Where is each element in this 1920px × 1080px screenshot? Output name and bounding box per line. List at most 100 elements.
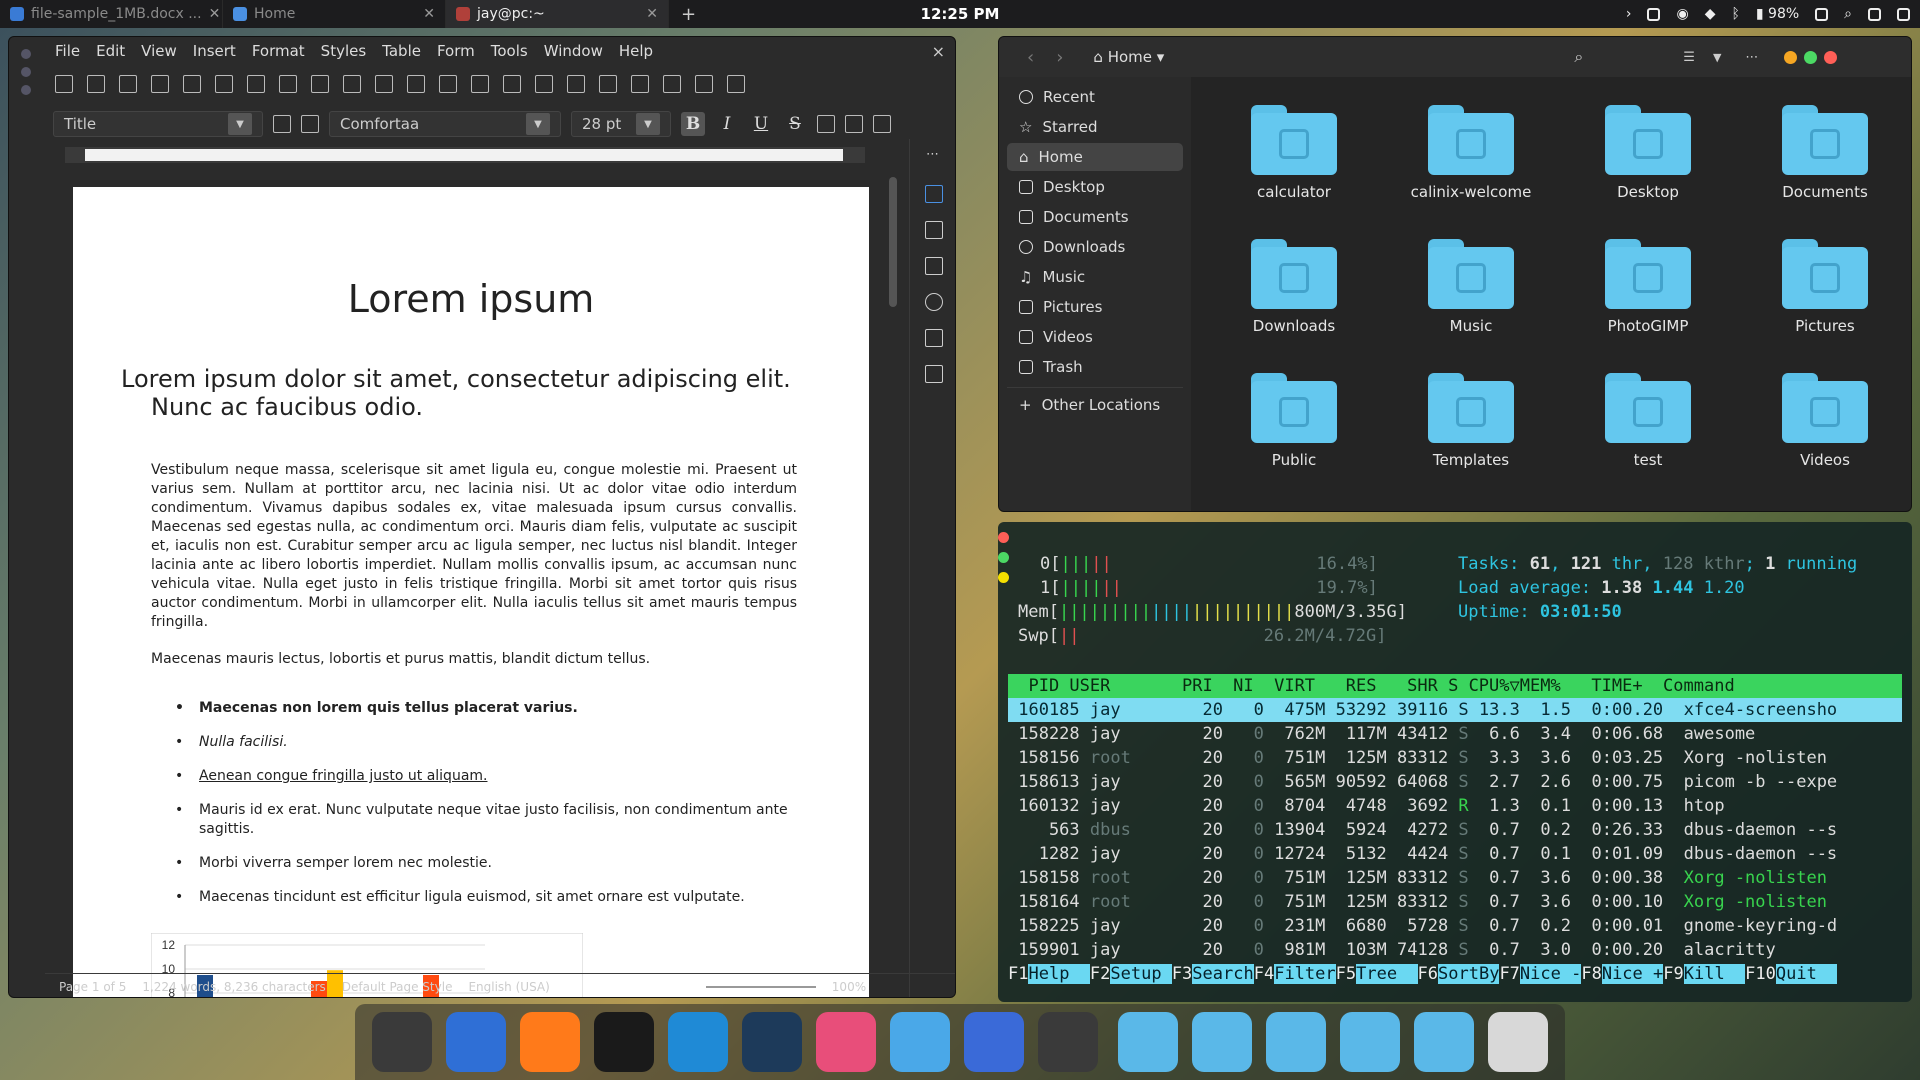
menu-form[interactable]: Form — [437, 42, 475, 60]
insert-table-icon[interactable] — [535, 75, 553, 93]
screen-icon[interactable] — [1647, 7, 1661, 21]
browser-tab-home[interactable]: Home ✕ — [223, 0, 446, 28]
manage-changes-icon[interactable] — [925, 365, 943, 383]
table-row[interactable]: 563 dbus 20 0 13904 5924 4272 S 0.7 0.2 … — [1008, 818, 1902, 842]
layout-icon[interactable] — [1868, 7, 1881, 21]
folder-item[interactable]: Templates — [1396, 373, 1546, 469]
window-dot[interactable] — [21, 85, 31, 95]
function-key[interactable]: F8 — [1581, 964, 1601, 984]
dock-app-icon[interactable] — [594, 1012, 654, 1072]
new-doc-icon[interactable] — [55, 75, 73, 93]
folder-item[interactable]: Videos — [1750, 373, 1900, 469]
insert-image-icon[interactable] — [567, 75, 585, 93]
sidebar-item-documents[interactable]: Documents — [1007, 203, 1183, 231]
function-key[interactable]: F1 — [1008, 964, 1028, 984]
menu-icon[interactable]: ⋯ — [1745, 50, 1758, 65]
insert-chart-icon[interactable] — [599, 75, 617, 93]
forward-icon[interactable]: › — [1056, 47, 1063, 68]
chevron-down-icon[interactable]: ▼ — [636, 113, 660, 135]
browser-tab-docx[interactable]: file-sample_1MB.docx ... ✕ — [0, 0, 223, 28]
copy-icon[interactable] — [279, 75, 297, 93]
dock-app-icon[interactable] — [1038, 1012, 1098, 1072]
toggle-icon[interactable] — [1815, 7, 1829, 21]
font-name-select[interactable]: Comfortaa ▼ — [329, 111, 561, 137]
close-icon[interactable]: ✕ — [423, 6, 435, 22]
close-button[interactable] — [1824, 50, 1838, 64]
cut-icon[interactable] — [247, 75, 265, 93]
spelling-icon[interactable] — [471, 75, 489, 93]
folder-item[interactable]: test — [1573, 373, 1723, 469]
menu-tools[interactable]: Tools — [491, 42, 528, 60]
process-table-header[interactable]: PID USER PRI NI VIRT RES SHR S CPU%▽MEM%… — [1008, 674, 1902, 698]
paste-icon[interactable] — [311, 75, 329, 93]
dock-app-icon[interactable] — [1266, 1012, 1326, 1072]
function-key-label[interactable]: Filter — [1274, 964, 1336, 984]
terminal-window[interactable]: 0[||||| 16.4%] 1[|||||| 19.7%] Mem[|||||… — [998, 522, 1912, 1002]
page-icon[interactable] — [925, 221, 943, 239]
table-row[interactable]: 158158 root 20 0 751M 125M 83312 S 0.7 3… — [1008, 866, 1902, 890]
vertical-scrollbar[interactable] — [889, 177, 897, 307]
back-icon[interactable]: ‹ — [1027, 47, 1034, 68]
function-key-label[interactable]: Nice + — [1601, 964, 1664, 984]
properties-icon[interactable] — [925, 185, 943, 203]
folder-item[interactable]: Pictures — [1750, 239, 1900, 335]
minimize-button[interactable] — [998, 572, 1009, 583]
gallery-icon[interactable] — [925, 257, 943, 275]
apps-icon[interactable] — [1897, 7, 1910, 21]
chevron-down-icon[interactable]: ▼ — [228, 113, 252, 135]
sidebar-item-starred[interactable]: ☆ Starred — [1007, 113, 1183, 141]
folder-item[interactable]: Documents — [1750, 105, 1900, 201]
folder-item[interactable]: Public — [1219, 373, 1369, 469]
insert-textbox-icon[interactable] — [631, 75, 649, 93]
dock-app-icon[interactable] — [964, 1012, 1024, 1072]
menu-format[interactable]: Format — [252, 42, 305, 60]
redo-icon[interactable] — [407, 75, 425, 93]
table-row[interactable]: 158164 root 20 0 751M 125M 83312 S 0.7 3… — [1008, 890, 1902, 914]
find-replace-icon[interactable] — [439, 75, 457, 93]
update-style-icon[interactable] — [273, 115, 291, 133]
table-row[interactable]: 1282 jay 20 0 12724 5132 4424 S 0.7 0.1 … — [1008, 842, 1902, 866]
word-count[interactable]: 1,224 words, 8,236 characters — [142, 980, 325, 994]
folder-item[interactable]: PhotoGIMP — [1573, 239, 1723, 335]
search-icon[interactable]: ⌕ — [1574, 47, 1583, 67]
dock-app-icon[interactable] — [1118, 1012, 1178, 1072]
function-key-label[interactable]: Help — [1028, 964, 1090, 984]
folder-item[interactable]: Music — [1396, 239, 1546, 335]
dock-app-icon[interactable] — [890, 1012, 950, 1072]
sidebar-item-music[interactable]: ♫ Music — [1007, 263, 1183, 291]
close-window-button[interactable]: × — [932, 42, 945, 61]
function-key[interactable]: F2 — [1090, 964, 1110, 984]
function-key[interactable]: F10 — [1745, 964, 1776, 984]
undo-icon[interactable] — [375, 75, 393, 93]
folder-item[interactable]: Downloads — [1219, 239, 1369, 335]
special-character-icon[interactable] — [727, 75, 745, 93]
table-row[interactable]: 160132 jay 20 0 8704 4748 3692 R 1.3 0.1… — [1008, 794, 1902, 818]
clear-formatting-icon[interactable] — [873, 115, 891, 133]
folder-item[interactable]: calculator — [1219, 105, 1369, 201]
menu-insert[interactable]: Insert — [193, 42, 236, 60]
table-row[interactable]: 158225 jay 20 0 231M 6680 5728 S 0.7 0.2… — [1008, 914, 1902, 938]
new-style-icon[interactable] — [301, 115, 319, 133]
menu-edit[interactable]: Edit — [96, 42, 125, 60]
dock-app-icon[interactable] — [1488, 1012, 1548, 1072]
table-row[interactable]: 158228 jay 20 0 762M 117M 43412 S 6.6 3.… — [1008, 722, 1902, 746]
more-options-icon[interactable]: ⋯ — [926, 147, 939, 162]
function-key-label[interactable]: Kill — [1683, 964, 1746, 984]
dock-app-icon[interactable] — [372, 1012, 432, 1072]
strikethrough-button[interactable]: S — [783, 112, 807, 136]
print-icon[interactable] — [183, 75, 201, 93]
window-dot[interactable] — [21, 67, 31, 77]
sidebar-item-downloads[interactable]: Downloads — [1007, 233, 1183, 261]
function-key[interactable]: F5 — [1336, 964, 1356, 984]
dock-app-icon[interactable] — [1414, 1012, 1474, 1072]
bold-button[interactable]: B — [681, 112, 705, 136]
function-key-label[interactable]: Nice - — [1519, 964, 1582, 984]
function-key[interactable]: F6 — [1418, 964, 1438, 984]
minimize-button[interactable] — [1784, 50, 1798, 64]
document-page[interactable]: Lorem ipsum Lorem ipsum dolor sit amet, … — [73, 187, 869, 997]
search-icon[interactable]: ⌕ — [1844, 6, 1852, 22]
page-break-icon[interactable] — [663, 75, 681, 93]
table-row[interactable]: 160185 jay 20 0 475M 53292 39116 S 13.3 … — [1008, 698, 1902, 722]
function-key-label[interactable]: Search — [1192, 964, 1254, 984]
close-icon[interactable]: ✕ — [646, 6, 658, 22]
